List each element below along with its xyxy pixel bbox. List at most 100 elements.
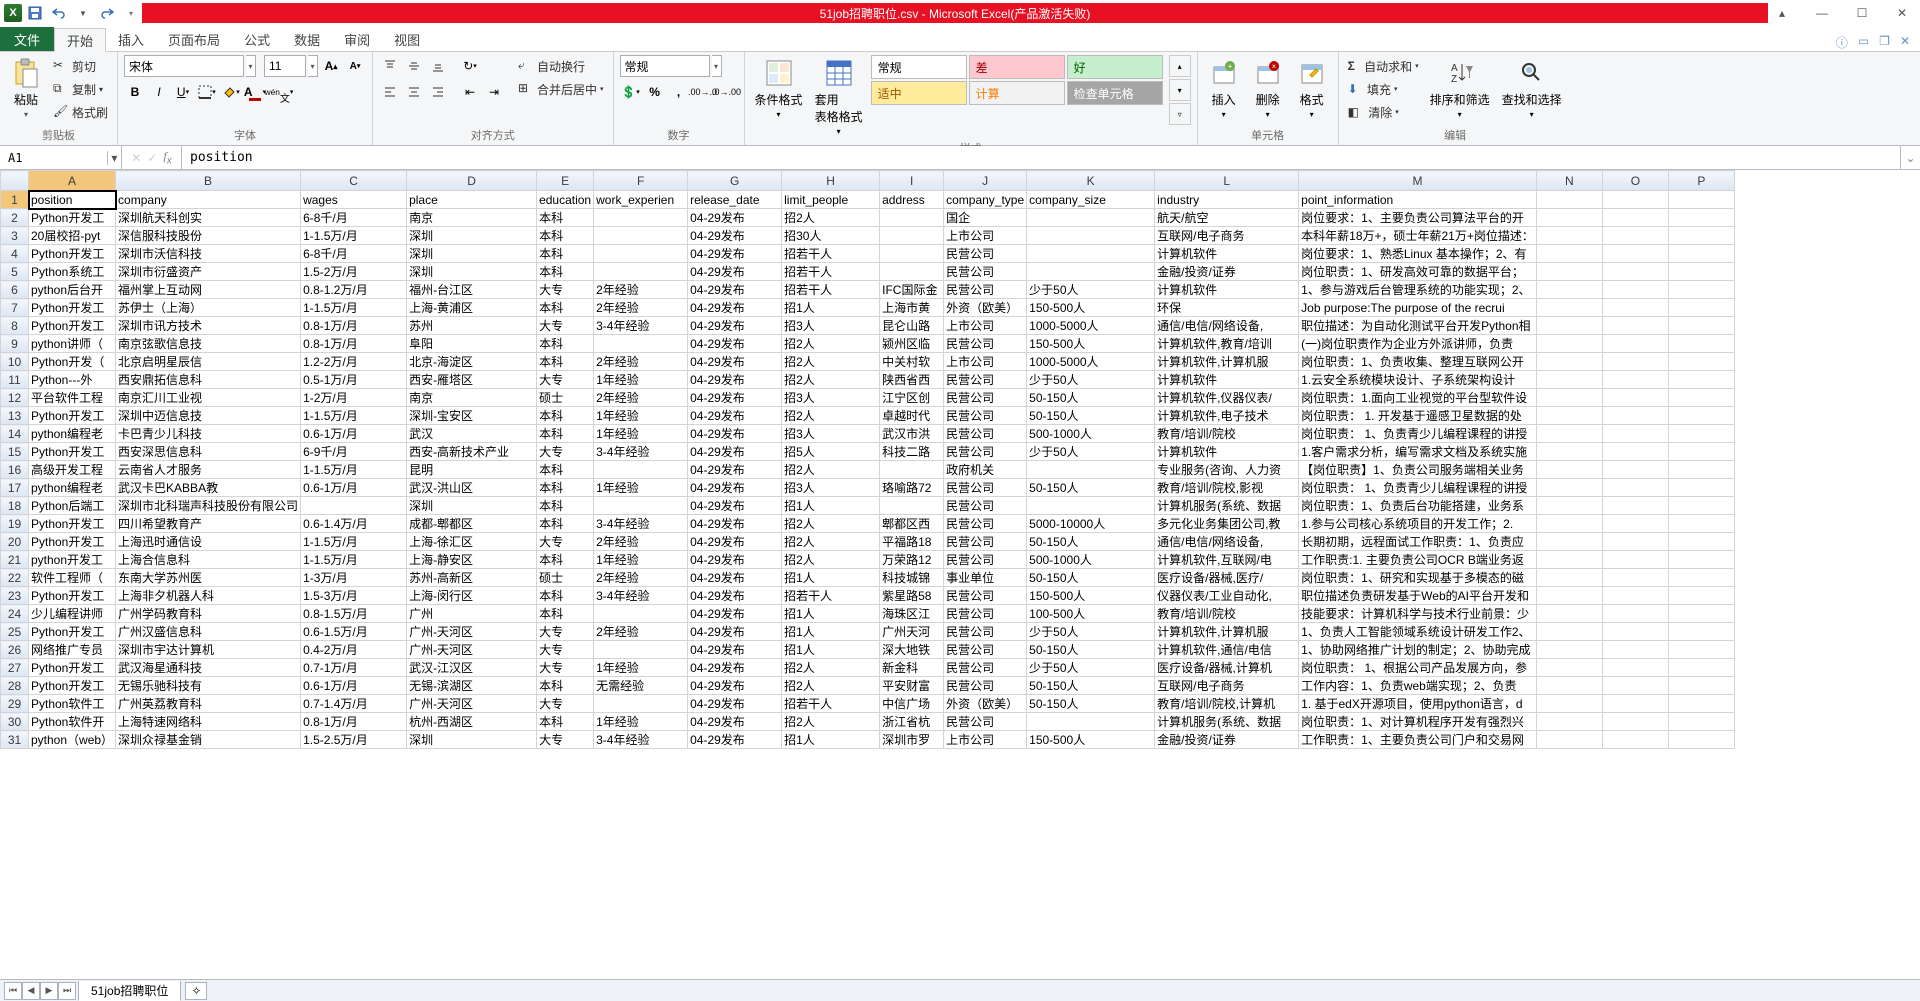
row-header[interactable]: 25 (1, 623, 29, 641)
cell[interactable]: 卓越时代 (880, 407, 944, 425)
cell[interactable]: 科技城锦 (880, 569, 944, 587)
cell[interactable]: 0.8-1万/月 (301, 713, 407, 731)
cell[interactable]: 1年经验 (594, 407, 688, 425)
cell[interactable]: 1-2万/月 (301, 389, 407, 407)
cell[interactable]: 上海-闵行区 (407, 587, 537, 605)
cell[interactable]: 招1人 (782, 299, 880, 317)
row-header[interactable]: 1 (1, 191, 29, 209)
cell[interactable]: 04-29发布 (688, 371, 782, 389)
cell[interactable]: 少于50人 (1027, 659, 1155, 677)
cell[interactable]: Python开发工 (29, 443, 116, 461)
style-calc[interactable]: 计算 (969, 81, 1065, 105)
cell[interactable]: 0.6-1万/月 (301, 677, 407, 695)
cell[interactable] (1536, 317, 1602, 335)
cell[interactable]: 100-500人 (1027, 605, 1155, 623)
style-gallery-more-icon[interactable]: ▿ (1169, 103, 1191, 125)
cell[interactable]: 技能要求：计算机科学与技术行业前景：少 (1299, 605, 1537, 623)
row-header[interactable]: 23 (1, 587, 29, 605)
cell[interactable]: 北京-海淀区 (407, 353, 537, 371)
italic-icon[interactable]: I (148, 81, 170, 103)
cell[interactable]: 1000-5000人 (1027, 353, 1155, 371)
cell[interactable]: 通信/电信/网络设备, (1155, 317, 1299, 335)
cell[interactable]: 1、协助网络推广计划的制定；2、协助完成 (1299, 641, 1537, 659)
row-header[interactable]: 5 (1, 263, 29, 281)
row-header[interactable]: 16 (1, 461, 29, 479)
cell[interactable]: Python软件开 (29, 713, 116, 731)
cell[interactable] (1668, 641, 1734, 659)
cell[interactable]: 本科 (537, 497, 594, 515)
cell[interactable]: 民营公司 (944, 425, 1027, 443)
cell[interactable] (1536, 605, 1602, 623)
cell[interactable]: 1-3万/月 (301, 569, 407, 587)
row-header[interactable]: 2 (1, 209, 29, 227)
cell[interactable]: 西安鼎拓信息科 (116, 371, 301, 389)
cell[interactable]: 东南大学苏州医 (116, 569, 301, 587)
cell[interactable]: 招2人 (782, 659, 880, 677)
cell[interactable]: 大专 (537, 641, 594, 659)
cell[interactable] (1668, 407, 1734, 425)
insert-tab[interactable]: 插入 (106, 27, 156, 51)
cell[interactable]: 新金科 (880, 659, 944, 677)
cell[interactable]: 广州英荔教育科 (116, 695, 301, 713)
cell[interactable]: 岗位要求：1、主要负责公司算法平台的开 (1299, 209, 1537, 227)
cell[interactable]: 软件工程师（ (29, 569, 116, 587)
cancel-formula-icon[interactable]: ✕ (131, 151, 141, 165)
expand-formula-bar-icon[interactable]: ⌄ (1900, 146, 1920, 169)
cell[interactable] (1536, 335, 1602, 353)
style-good[interactable]: 好 (1067, 55, 1163, 79)
cell[interactable]: Python开发工 (29, 659, 116, 677)
cell[interactable]: 招1人 (782, 731, 880, 749)
cell[interactable]: 计算机服务(系统、数据 (1155, 713, 1299, 731)
cell[interactable]: 招2人 (782, 461, 880, 479)
cell[interactable]: 大专 (537, 371, 594, 389)
cell[interactable] (1602, 587, 1668, 605)
cell[interactable] (1668, 515, 1734, 533)
cell[interactable]: 深信服科技股份 (116, 227, 301, 245)
cell[interactable]: 本科 (537, 461, 594, 479)
cell[interactable]: 本科 (537, 713, 594, 731)
cell[interactable]: 0.8-1.5万/月 (301, 605, 407, 623)
cell[interactable]: 招2人 (782, 335, 880, 353)
cell[interactable]: 深圳众禄基金销 (116, 731, 301, 749)
cell[interactable]: 民营公司 (944, 497, 1027, 515)
style-check[interactable]: 检查单元格 (1067, 81, 1163, 105)
style-normal[interactable]: 常规 (871, 55, 967, 79)
maximize-icon[interactable]: ☐ (1848, 6, 1876, 20)
cell[interactable]: Python开发工 (29, 317, 116, 335)
sort-filter-button[interactable]: AZ 排序和筛选▾ (1426, 55, 1494, 121)
cell[interactable]: 04-29发布 (688, 677, 782, 695)
cell[interactable]: 民营公司 (944, 335, 1027, 353)
cell[interactable]: 04-29发布 (688, 551, 782, 569)
cell[interactable]: 招若干人 (782, 263, 880, 281)
cell[interactable]: 广州学码教育科 (116, 605, 301, 623)
cell[interactable] (1536, 227, 1602, 245)
cell[interactable]: 150-500人 (1027, 587, 1155, 605)
redo-icon[interactable] (96, 2, 118, 24)
view-tab[interactable]: 视图 (382, 27, 432, 51)
cell[interactable] (1602, 407, 1668, 425)
cell[interactable]: 1-1.5万/月 (301, 461, 407, 479)
align-bottom-icon[interactable] (427, 55, 449, 77)
cell[interactable]: 上市公司 (944, 227, 1027, 245)
row-header[interactable]: 15 (1, 443, 29, 461)
data-tab[interactable]: 数据 (282, 27, 332, 51)
cell[interactable]: limit_people (782, 191, 880, 209)
cell[interactable]: 04-29发布 (688, 335, 782, 353)
cell[interactable] (1602, 209, 1668, 227)
row-header[interactable]: 26 (1, 641, 29, 659)
cell[interactable] (1668, 389, 1734, 407)
cell[interactable]: 职位描述：为自动化测试平台开发Python相 (1299, 317, 1537, 335)
cell[interactable] (1668, 443, 1734, 461)
cell[interactable]: 1、参与游戏后台管理系统的功能实现；2、 (1299, 281, 1537, 299)
cell[interactable]: 深圳航天科创实 (116, 209, 301, 227)
align-right-icon[interactable] (427, 81, 449, 103)
cell[interactable]: 计算机软件,计算机服 (1155, 353, 1299, 371)
close-workbook-icon[interactable]: ✕ (1900, 34, 1910, 51)
cell[interactable] (1027, 713, 1155, 731)
undo-icon[interactable] (48, 2, 70, 24)
cell[interactable]: 硕士 (537, 389, 594, 407)
insert-cells-button[interactable]: + 插入▾ (1204, 55, 1244, 121)
cell[interactable] (1536, 533, 1602, 551)
cell[interactable]: 颍州区临 (880, 335, 944, 353)
cell[interactable] (1668, 335, 1734, 353)
